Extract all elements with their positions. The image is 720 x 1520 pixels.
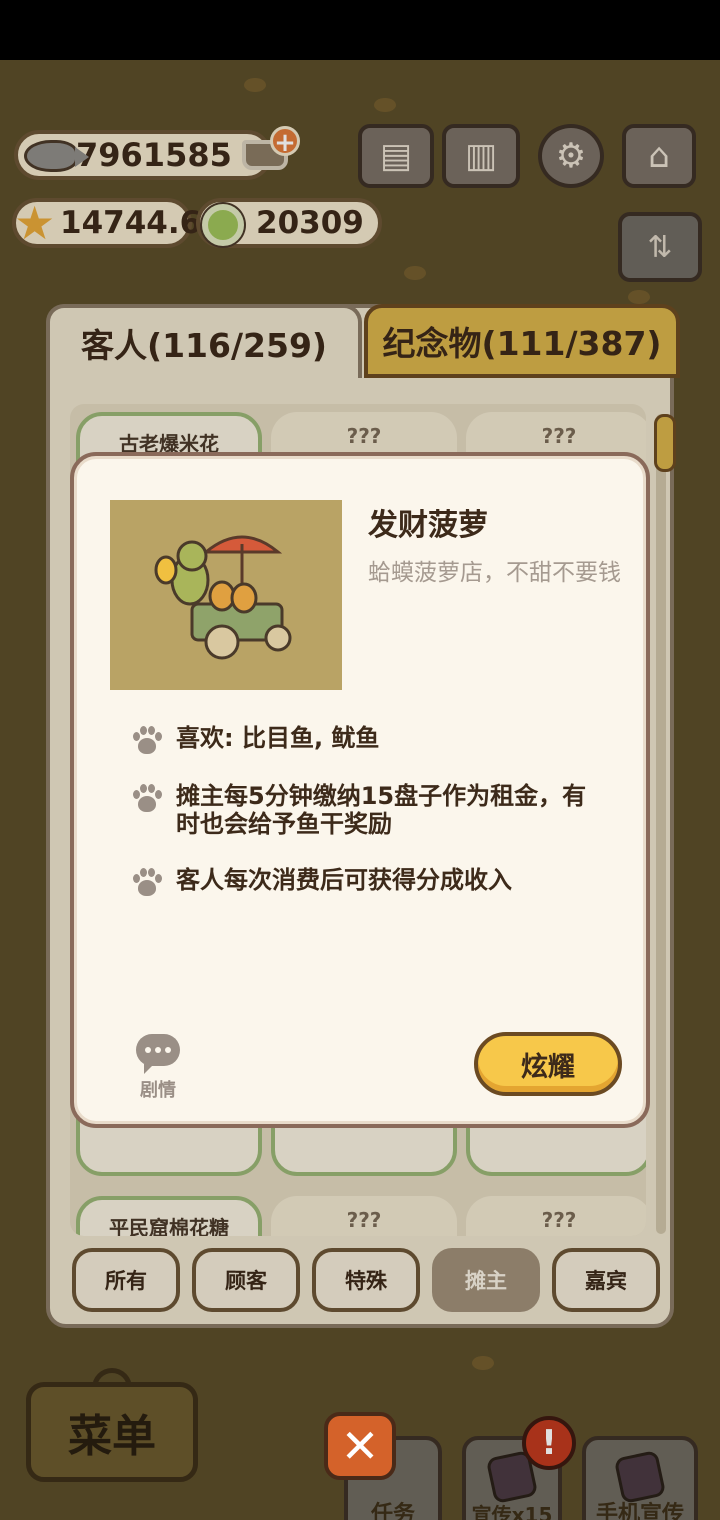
- story-button[interactable]: 剧情: [130, 1034, 186, 1102]
- feature-item: 摊主每5分钟缴纳15盘子作为租金，有时也会给予鱼干奖励: [130, 782, 596, 838]
- guest-description: 蛤蟆菠萝店，不甜不要钱: [368, 560, 621, 586]
- paw-icon: [130, 784, 164, 814]
- feature-text: 喜欢: 比目鱼, 鱿鱼: [176, 724, 380, 752]
- frog-pineapple-cart-illustration: [154, 535, 292, 660]
- game-screen: 7961585 + ★ 14744.6 20309 ▤ ▥ ⚙ ⌂ ⇅ 客人(1…: [0, 60, 720, 1520]
- guest-portrait: [110, 500, 342, 690]
- showoff-button[interactable]: 炫耀: [474, 1032, 622, 1096]
- close-icon: ✕: [340, 1419, 380, 1473]
- feature-item: 喜欢: 比目鱼, 鱿鱼: [130, 724, 616, 756]
- feature-text: 摊主每5分钟缴纳15盘子作为租金，有时也会给予鱼干奖励: [176, 782, 587, 838]
- paw-icon: [130, 726, 164, 756]
- close-button[interactable]: ✕: [324, 1412, 396, 1480]
- feature-text: 客人每次消费后可获得分成收入: [176, 866, 512, 894]
- feature-item: 客人每次消费后可获得分成收入: [130, 866, 616, 898]
- story-label: 剧情: [140, 1080, 176, 1101]
- guest-title: 发财菠萝: [368, 508, 488, 543]
- speech-bubble-icon: [136, 1034, 180, 1074]
- paw-icon: [130, 868, 164, 898]
- guest-detail-modal: 发财菠萝 蛤蟆菠萝店，不甜不要钱 喜欢: 比目鱼, 鱿鱼 摊主每5分钟缴纳15盘…: [70, 452, 650, 1128]
